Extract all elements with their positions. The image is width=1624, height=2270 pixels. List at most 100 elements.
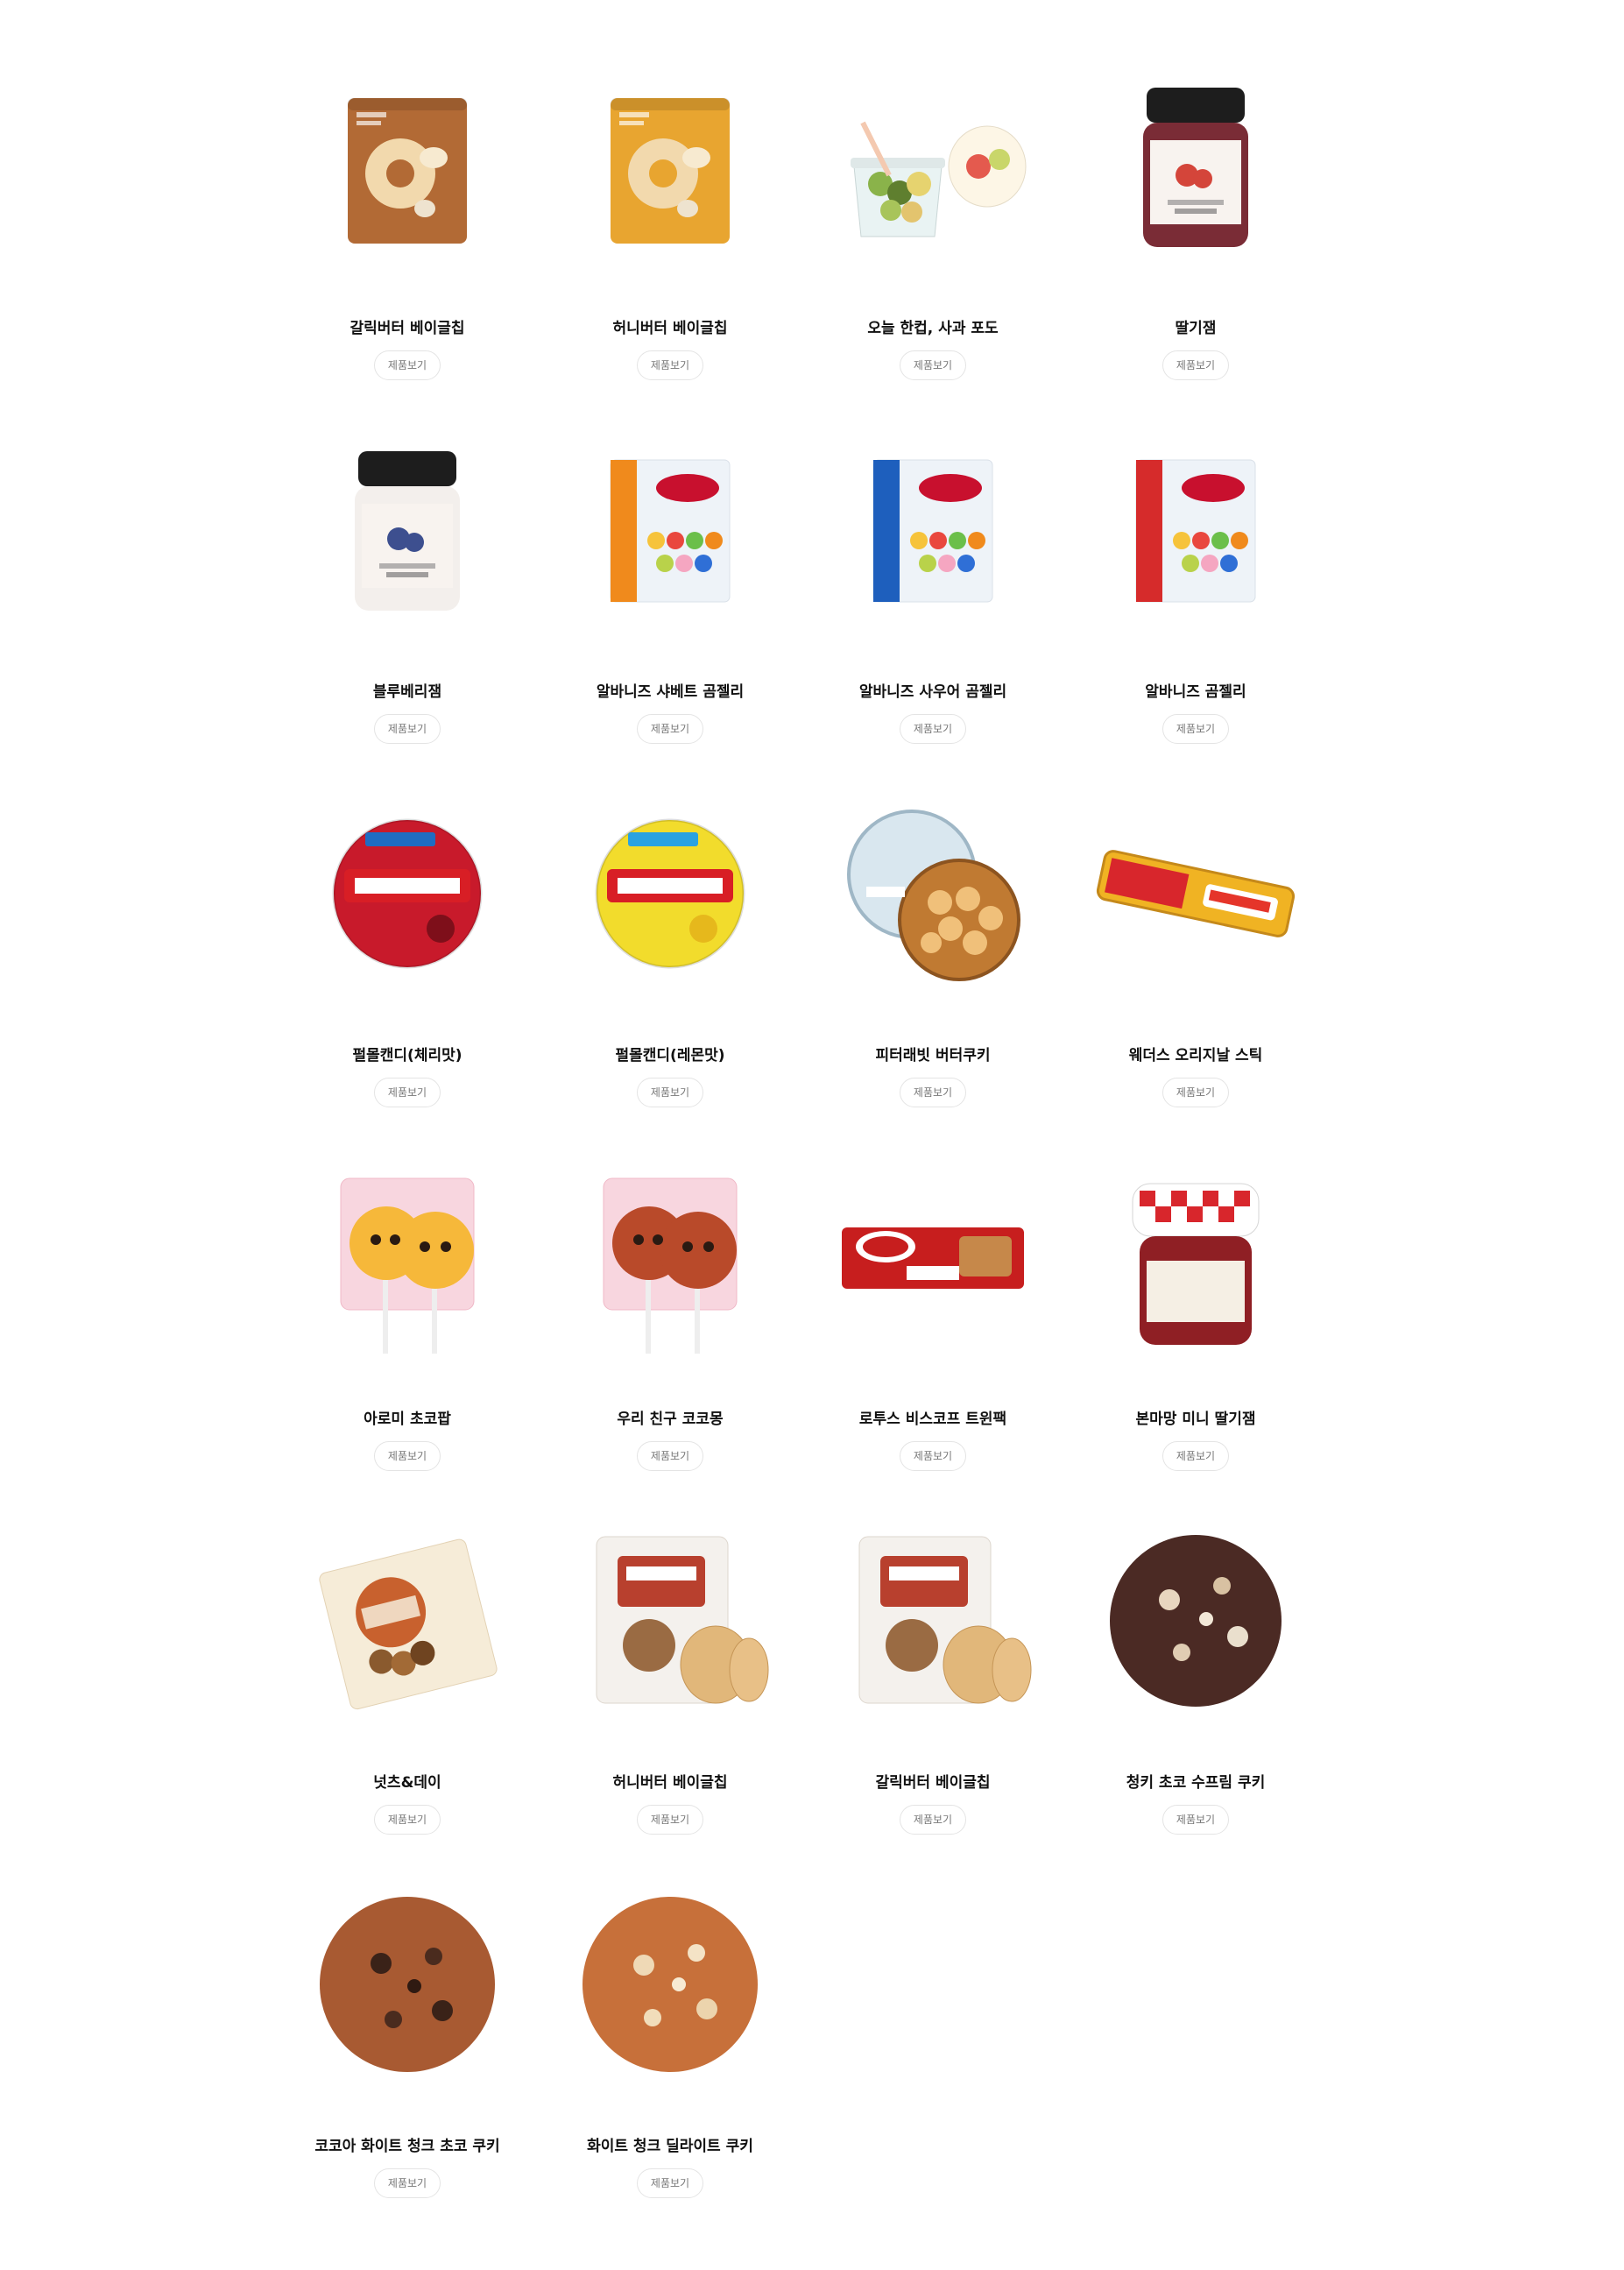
product-name[interactable]: 로투스 비스코프 트윈팩 bbox=[801, 1406, 1064, 1428]
product-image[interactable] bbox=[302, 425, 512, 635]
product-name[interactable]: 청키 초코 수프림 쿠키 bbox=[1064, 1770, 1327, 1792]
product-name[interactable]: 갈릭버터 베이글칩 bbox=[801, 1770, 1064, 1792]
product-image[interactable] bbox=[565, 1516, 775, 1726]
product-image[interactable] bbox=[828, 1516, 1038, 1726]
product-card[interactable]: 청키 초코 수프림 쿠키제품보기 bbox=[1064, 1489, 1327, 1857]
view-product-button[interactable]: 제품보기 bbox=[637, 2168, 703, 2198]
pulmoll-tin-red-icon bbox=[332, 818, 483, 969]
product-image[interactable] bbox=[1091, 61, 1301, 272]
view-product-button[interactable]: 제품보기 bbox=[900, 1805, 966, 1835]
product-name[interactable]: 허니버터 베이글칩 bbox=[539, 1770, 801, 1792]
chocolate-cookie-icon bbox=[1110, 1535, 1282, 1707]
bagel-chip-bag-white-icon bbox=[596, 1536, 769, 1704]
product-name[interactable]: 우리 친구 코코몽 bbox=[539, 1406, 801, 1428]
product-image[interactable] bbox=[1091, 425, 1301, 635]
product-card[interactable]: 화이트 청크 딜라이트 쿠키제품보기 bbox=[539, 1853, 801, 2221]
product-card[interactable]: 허니버터 베이글칩제품보기 bbox=[539, 35, 801, 403]
view-product-button[interactable]: 제품보기 bbox=[374, 350, 441, 380]
product-card[interactable]: 갈릭버터 베이글칩제품보기 bbox=[276, 35, 539, 403]
product-image[interactable] bbox=[828, 788, 1038, 999]
pulmoll-tin-yellow-icon bbox=[595, 818, 745, 969]
view-product-button[interactable]: 제품보기 bbox=[900, 1441, 966, 1471]
product-image[interactable] bbox=[1091, 1152, 1301, 1362]
product-card[interactable]: 코코아 화이트 청크 초코 쿠키제품보기 bbox=[276, 1853, 539, 2221]
view-product-button[interactable]: 제품보기 bbox=[637, 1805, 703, 1835]
product-name[interactable]: 허니버터 베이글칩 bbox=[539, 315, 801, 337]
product-image[interactable] bbox=[565, 425, 775, 635]
view-product-button[interactable]: 제품보기 bbox=[1162, 714, 1229, 744]
product-card[interactable]: 펄몰캔디(레몬맛) 제품보기 bbox=[539, 762, 801, 1130]
product-card[interactable]: 웨더스 오리지날 스틱제품보기 bbox=[1064, 762, 1327, 1130]
view-product-button[interactable]: 제품보기 bbox=[1162, 1441, 1229, 1471]
product-name[interactable]: 본마망 미니 딸기잼 bbox=[1064, 1406, 1327, 1428]
view-product-button[interactable]: 제품보기 bbox=[374, 714, 441, 744]
view-product-button[interactable]: 제품보기 bbox=[1162, 350, 1229, 380]
nuts-pouch-icon bbox=[319, 1538, 498, 1710]
cookie-tin-icon bbox=[847, 810, 1020, 981]
product-image[interactable] bbox=[828, 61, 1038, 272]
view-product-button[interactable]: 제품보기 bbox=[637, 1078, 703, 1107]
view-product-button[interactable]: 제품보기 bbox=[900, 1078, 966, 1107]
product-name[interactable]: 갈릭버터 베이글칩 bbox=[276, 315, 539, 337]
product-image[interactable] bbox=[302, 61, 512, 272]
fruit-cup-icon bbox=[851, 121, 1027, 237]
product-card[interactable]: 알바니즈 사우어 곰젤리제품보기 bbox=[801, 399, 1064, 767]
lollipop-monkey-icon bbox=[603, 1177, 738, 1354]
product-name[interactable]: 알바니즈 샤베트 곰젤리 bbox=[539, 679, 801, 701]
product-card[interactable]: 피터래빗 버터쿠키제품보기 bbox=[801, 762, 1064, 1130]
product-name[interactable]: 화이트 청크 딜라이트 쿠키 bbox=[539, 2133, 801, 2155]
product-card[interactable]: 딸기잼제품보기 bbox=[1064, 35, 1327, 403]
product-image[interactable] bbox=[302, 1879, 512, 2090]
view-product-button[interactable]: 제품보기 bbox=[637, 714, 703, 744]
product-card[interactable]: 본마망 미니 딸기잼제품보기 bbox=[1064, 1126, 1327, 1494]
product-card[interactable]: 펄몰캔디(체리맛) 제품보기 bbox=[276, 762, 539, 1130]
product-name[interactable]: 블루베리잼 bbox=[276, 679, 539, 701]
biscoff-pack-icon bbox=[842, 1227, 1024, 1289]
product-card[interactable]: 알바니즈 샤베트 곰젤리제품보기 bbox=[539, 399, 801, 767]
product-name[interactable]: 아로미 초코팝 bbox=[276, 1406, 539, 1428]
product-image[interactable] bbox=[302, 1152, 512, 1362]
product-image[interactable] bbox=[1091, 788, 1301, 999]
view-product-button[interactable]: 제품보기 bbox=[900, 714, 966, 744]
product-image[interactable] bbox=[302, 788, 512, 999]
product-name[interactable]: 알바니즈 사우어 곰젤리 bbox=[801, 679, 1064, 701]
product-name[interactable]: 코코아 화이트 청크 초코 쿠키 bbox=[276, 2133, 539, 2155]
product-image[interactable] bbox=[565, 788, 775, 999]
lollipop-pink-icon bbox=[340, 1177, 475, 1354]
product-image[interactable] bbox=[1091, 1516, 1301, 1726]
product-card[interactable]: 아로미 초코팝제품보기 bbox=[276, 1126, 539, 1494]
product-image[interactable] bbox=[828, 1152, 1038, 1362]
view-product-button[interactable]: 제품보기 bbox=[374, 2168, 441, 2198]
product-card[interactable]: 우리 친구 코코몽제품보기 bbox=[539, 1126, 801, 1494]
product-image[interactable] bbox=[302, 1516, 512, 1726]
product-name[interactable]: 딸기잼 bbox=[1064, 315, 1327, 337]
view-product-button[interactable]: 제품보기 bbox=[374, 1441, 441, 1471]
product-card[interactable]: 갈릭버터 베이글칩제품보기 bbox=[801, 1489, 1064, 1857]
view-product-button[interactable]: 제품보기 bbox=[1162, 1078, 1229, 1107]
product-image[interactable] bbox=[565, 61, 775, 272]
product-name[interactable]: 피터래빗 버터쿠키 bbox=[801, 1043, 1064, 1064]
product-card[interactable]: 로투스 비스코프 트윈팩제품보기 bbox=[801, 1126, 1064, 1494]
view-product-button[interactable]: 제품보기 bbox=[900, 350, 966, 380]
cocoa-cookie-icon bbox=[320, 1897, 495, 2072]
gummy-bag-red-icon bbox=[1135, 459, 1256, 603]
product-name[interactable]: 펄몰캔디(체리맛) bbox=[276, 1043, 539, 1064]
product-name[interactable]: 오늘 한컵, 사과 포도 bbox=[801, 315, 1064, 337]
view-product-button[interactable]: 제품보기 bbox=[637, 350, 703, 380]
product-name[interactable]: 펄몰캔디(레몬맛) bbox=[539, 1043, 801, 1064]
product-name[interactable]: 알바니즈 곰젤리 bbox=[1064, 679, 1327, 701]
product-image[interactable] bbox=[565, 1879, 775, 2090]
product-card[interactable]: 오늘 한컵, 사과 포도제품보기 bbox=[801, 35, 1064, 403]
product-name[interactable]: 웨더스 오리지날 스틱 bbox=[1064, 1043, 1327, 1064]
product-image[interactable] bbox=[565, 1152, 775, 1362]
product-card[interactable]: 넛츠&데이제품보기 bbox=[276, 1489, 539, 1857]
product-card[interactable]: 허니버터 베이글칩제품보기 bbox=[539, 1489, 801, 1857]
view-product-button[interactable]: 제품보기 bbox=[374, 1805, 441, 1835]
view-product-button[interactable]: 제품보기 bbox=[374, 1078, 441, 1107]
view-product-button[interactable]: 제품보기 bbox=[637, 1441, 703, 1471]
product-card[interactable]: 알바니즈 곰젤리제품보기 bbox=[1064, 399, 1327, 767]
view-product-button[interactable]: 제품보기 bbox=[1162, 1805, 1229, 1835]
product-name[interactable]: 넛츠&데이 bbox=[276, 1770, 539, 1792]
product-card[interactable]: 블루베리잼제품보기 bbox=[276, 399, 539, 767]
product-image[interactable] bbox=[828, 425, 1038, 635]
